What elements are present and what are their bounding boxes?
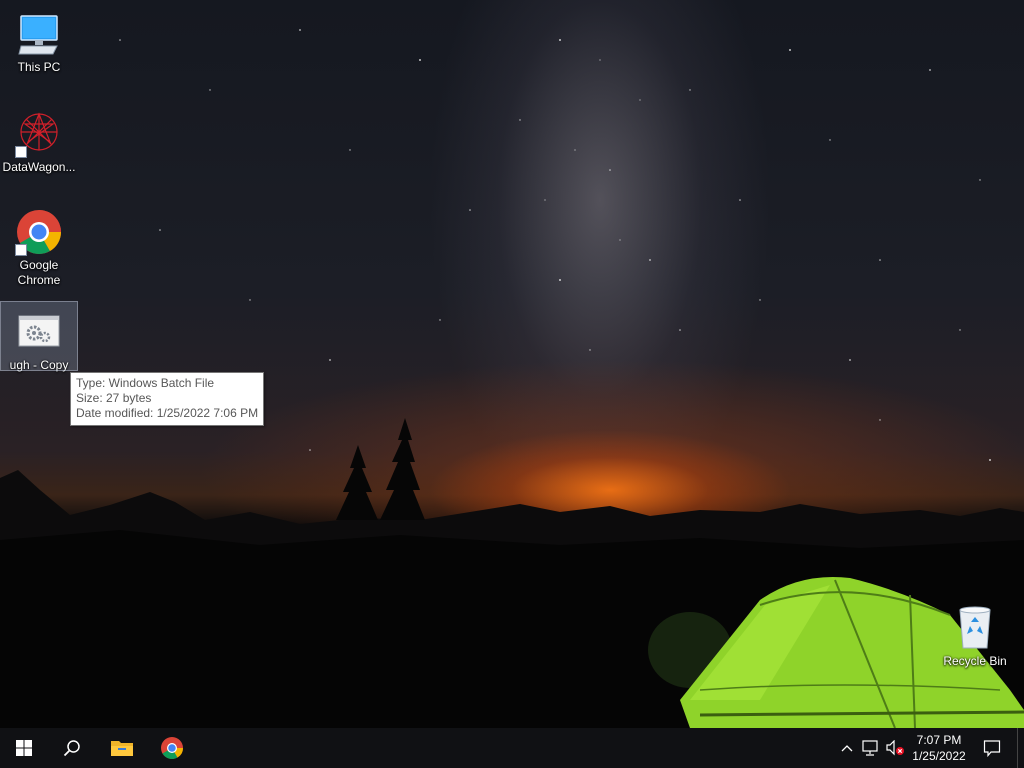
show-desktop-button[interactable] [1017,728,1024,768]
desktop-icon-google-chrome[interactable]: Google Chrome [1,202,77,288]
chrome-taskbar-button[interactable] [148,728,196,768]
notifications-icon [983,740,1001,757]
desktop-icon-label: ugh - Copy [9,358,69,372]
volume-muted-icon [886,740,904,756]
night-sky-scene [0,29,1024,728]
desktop-icon-label: Google Chrome [17,258,61,287]
chevron-up-icon [841,745,853,752]
network-icon [862,740,878,756]
show-hidden-icons-button[interactable] [838,728,856,768]
file-explorer-button[interactable] [98,728,146,768]
desktop-wallpaper [0,0,1024,728]
shortcut-arrow-icon [15,146,27,158]
datawagon-app-icon [15,110,63,158]
volume-button[interactable] [884,728,906,768]
desktop-icon-label: DataWagon... [2,160,76,174]
tooltip-type: Type: Windows Batch File [76,376,215,390]
taskbar: 7:07 PM 1/25/2022 [0,728,1024,768]
desktop-icon-label: This PC [17,60,61,74]
file-info-tooltip: Type: Windows Batch File Size: 27 bytes … [70,372,265,426]
search-icon [63,740,80,757]
action-center-button[interactable] [978,728,1006,768]
recycle-bin-icon [951,604,999,652]
desktop-icon-this-pc[interactable]: This PC [1,4,77,74]
search-button[interactable] [48,728,96,768]
tooltip-date-modified: Date modified: 1/25/2022 7:06 PM [76,406,259,420]
file-explorer-icon [111,741,133,756]
desktop-icon-label: Recycle Bin [943,654,1007,668]
start-button[interactable] [0,728,48,768]
taskbar-clock[interactable]: 7:07 PM 1/25/2022 [904,732,974,764]
monitor-icon [15,10,63,58]
tooltip-size: Size: 27 bytes [76,391,152,405]
clock-date: 1/25/2022 [912,749,966,763]
network-button[interactable] [860,728,882,768]
shortcut-arrow-icon [15,244,27,256]
desktop-icon-recycle-bin[interactable]: Recycle Bin [937,598,1013,670]
batch-file-gear-icon [15,308,63,356]
clock-time: 7:07 PM [916,733,962,747]
chrome-icon [15,208,63,256]
chrome-icon [161,737,183,759]
windows-start-icon [16,740,32,756]
desktop-icon-datawagon[interactable]: DataWagon... [1,104,77,174]
desktop-icon-ugh-copy[interactable]: ugh - Copy [0,301,78,372]
